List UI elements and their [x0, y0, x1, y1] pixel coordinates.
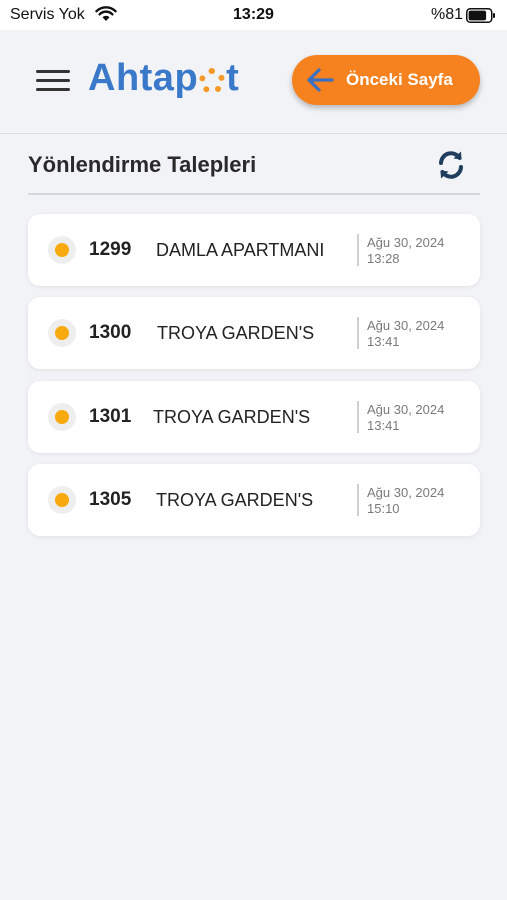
menu-bar-icon [36, 88, 70, 91]
request-datetime: Ağu 30, 2024 13:28 [367, 235, 444, 267]
request-id: 1299 [89, 239, 132, 260]
app-header: Ahtapot Ahtapt Önceki Sayfa [0, 30, 507, 134]
request-name: TROYA GARDEN'S [156, 490, 314, 510]
request-name: TROYA GARDEN'S [153, 407, 311, 427]
request-time: 13:28 [367, 251, 400, 266]
carrier-label: Servis Yok [10, 6, 85, 23]
status-dot-icon [55, 243, 69, 257]
request-id: 1300 [89, 322, 132, 343]
battery-icon [466, 8, 495, 23]
status-dot-icon [55, 410, 69, 424]
logo-part: Ahtap [88, 56, 199, 99]
refresh-icon[interactable] [434, 148, 468, 182]
request-date: Ağu 30, 2024 [367, 235, 445, 250]
previous-page-button[interactable]: Önceki Sayfa [292, 55, 480, 105]
card-divider [357, 234, 359, 266]
status-bar: Servis Yok 13:29 %81 [0, 0, 507, 30]
request-id: 1301 [89, 406, 132, 427]
request-time: 15:10 [367, 501, 400, 516]
request-name: TROYA GARDEN'S [157, 323, 315, 343]
request-date: Ağu 30, 2024 [367, 402, 445, 417]
card-divider [357, 401, 359, 433]
request-datetime: Ağu 30, 2024 15:10 [367, 485, 444, 517]
previous-page-label: Önceki Sayfa [346, 70, 453, 89]
status-dot-icon [55, 326, 69, 340]
battery-percent: %81 [431, 6, 464, 23]
request-time: 13:41 [367, 418, 400, 433]
app-logo: Ahtapot Ahtapt [88, 56, 239, 100]
status-indicator [48, 236, 76, 264]
request-card[interactable]: 1300 TROYA GARDEN'S Ağu 30, 2024 13:41 [28, 297, 480, 369]
card-divider [357, 317, 359, 349]
request-datetime: Ağu 30, 2024 13:41 [367, 402, 444, 434]
request-time: 13:41 [367, 334, 400, 349]
section-divider [28, 193, 480, 195]
page-title: Yönlendirme Talepleri [28, 152, 257, 177]
menu-bar-icon [36, 79, 70, 82]
menu-bar-icon [36, 70, 70, 73]
status-dot-icon [55, 493, 69, 507]
arrow-left-icon [307, 68, 334, 92]
status-indicator [48, 403, 76, 431]
request-datetime: Ağu 30, 2024 13:41 [367, 318, 444, 350]
hamburger-menu-button[interactable] [36, 68, 72, 94]
request-id: 1305 [89, 489, 132, 510]
wifi-icon [95, 6, 117, 21]
request-date: Ağu 30, 2024 [367, 318, 445, 333]
request-card[interactable]: 1299 DAMLA APARTMANI Ağu 30, 2024 13:28 [28, 214, 480, 286]
logo-part: t [226, 56, 240, 99]
request-name: DAMLA APARTMANI [156, 240, 325, 260]
status-indicator [48, 319, 76, 347]
status-indicator [48, 486, 76, 514]
card-divider [357, 484, 359, 516]
request-date: Ağu 30, 2024 [367, 485, 445, 500]
octopus-logo-icon [199, 68, 226, 94]
request-card[interactable]: 1305 TROYA GARDEN'S Ağu 30, 2024 15:10 [28, 464, 480, 536]
request-card[interactable]: 1301 TROYA GARDEN'S Ağu 30, 2024 13:41 [28, 381, 480, 453]
